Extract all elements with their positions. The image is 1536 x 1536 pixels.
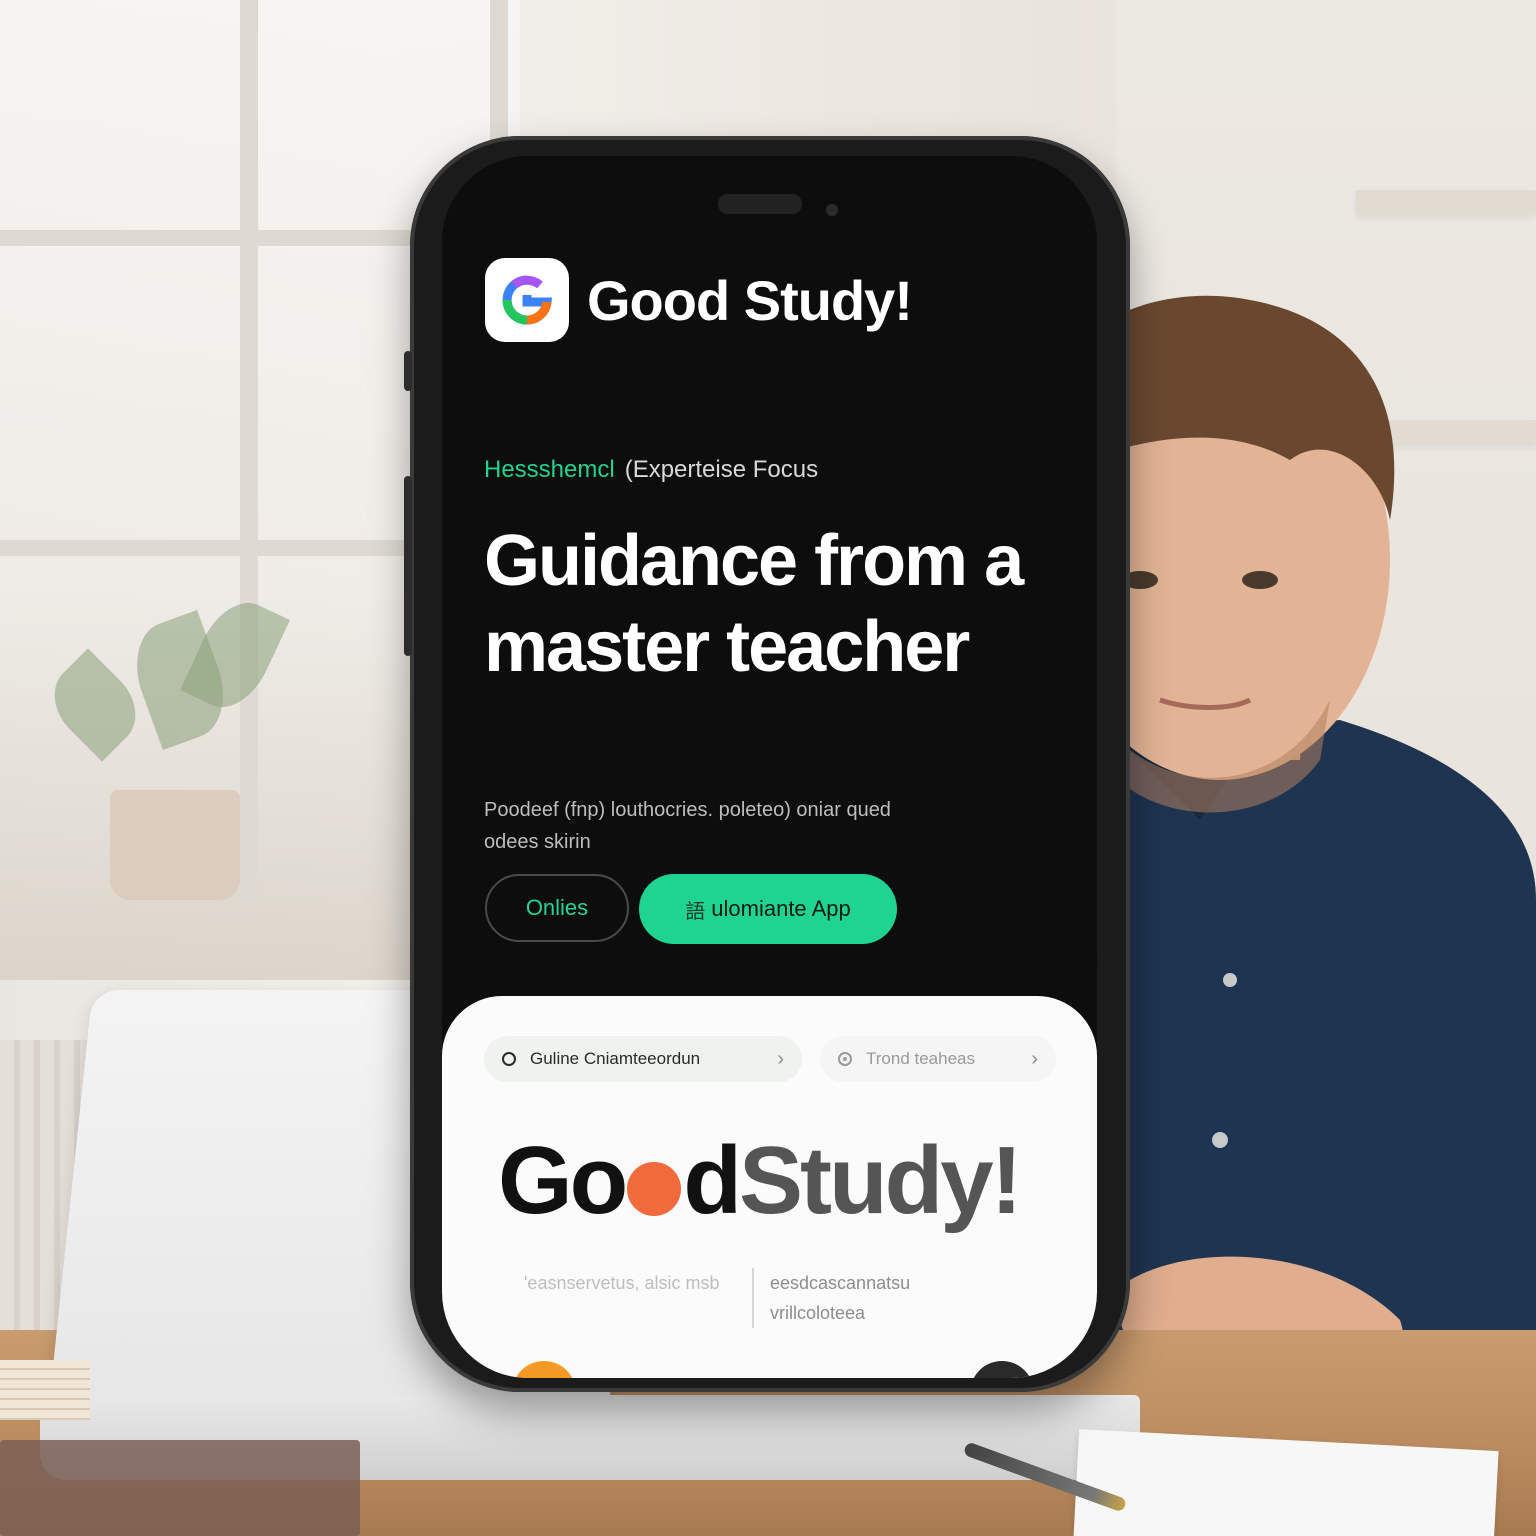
primary-button-prefix: 語 (685, 900, 706, 923)
eyebrow: Hessshemcl (Experteise Focus (484, 456, 818, 484)
hero-subtext: Poodeef (fnp) louthocries. poleteo) onia… (484, 799, 891, 853)
chip-label: Trond teaheas (866, 1049, 975, 1068)
speaker-notch (718, 194, 802, 214)
phone-side-button (404, 351, 412, 391)
download-app-button[interactable]: 語 ulomiante App (639, 874, 897, 944)
secondary-button[interactable]: Onlies (485, 874, 629, 942)
orange-dot-icon (627, 1162, 682, 1216)
shelf (1356, 420, 1536, 444)
phone: Good Study! Hessshemcl (Experteise Focus … (404, 136, 1130, 1392)
wordmark-go: Go (498, 1127, 628, 1234)
window-frame (240, 0, 258, 900)
secondary-button-label: Onlies (525, 895, 589, 920)
circle-icon (502, 1052, 516, 1066)
google-g-icon[interactable] (485, 258, 569, 342)
phone-screen: Good Study! Hessshemcl (Experteise Focus … (442, 156, 1097, 1378)
target-icon (838, 1052, 852, 1066)
wordmark-d: d (683, 1127, 742, 1234)
chevron-right-icon: › (777, 1047, 784, 1070)
chevron-right-icon: › (1031, 1047, 1038, 1070)
footer-right-text: eesdcascannatsu vrillcoloteea (752, 1268, 990, 1328)
phone-side-button (404, 476, 412, 656)
shelf (1356, 190, 1536, 214)
footer-left-text: 'easnservetus, alsic msb (524, 1273, 720, 1293)
primary-button-label: ulomiante App (711, 896, 851, 921)
books (0, 1360, 90, 1420)
eyebrow-accent: Hessshemcl (484, 456, 615, 483)
brand-header: Good Study! (485, 258, 913, 342)
plant-pot (110, 790, 240, 900)
camera-dot (826, 204, 838, 216)
chip-guide[interactable]: Guline Cniamteeordun › (484, 1036, 802, 1082)
brand-name: Good Study! (587, 268, 913, 332)
goodstudy-wordmark: Go dStudy! (498, 1126, 1023, 1236)
wordmark-study: Study (738, 1127, 994, 1234)
scene: Good Study! Hessshemcl (Experteise Focus … (0, 0, 1536, 1536)
content-card: Guline Cniamteeordun › Trond teaheas › G… (442, 996, 1097, 1378)
wordmark-bang: ! (990, 1127, 1023, 1234)
chip-label: Guline Cniamteeordun (530, 1049, 701, 1068)
chip-find-teachers[interactable]: Trond teaheas › (820, 1036, 1056, 1082)
hero-headline: Guidance from a master teacher (484, 521, 1024, 687)
eyebrow-text: (Experteise Focus (624, 456, 819, 483)
book (0, 1440, 360, 1536)
